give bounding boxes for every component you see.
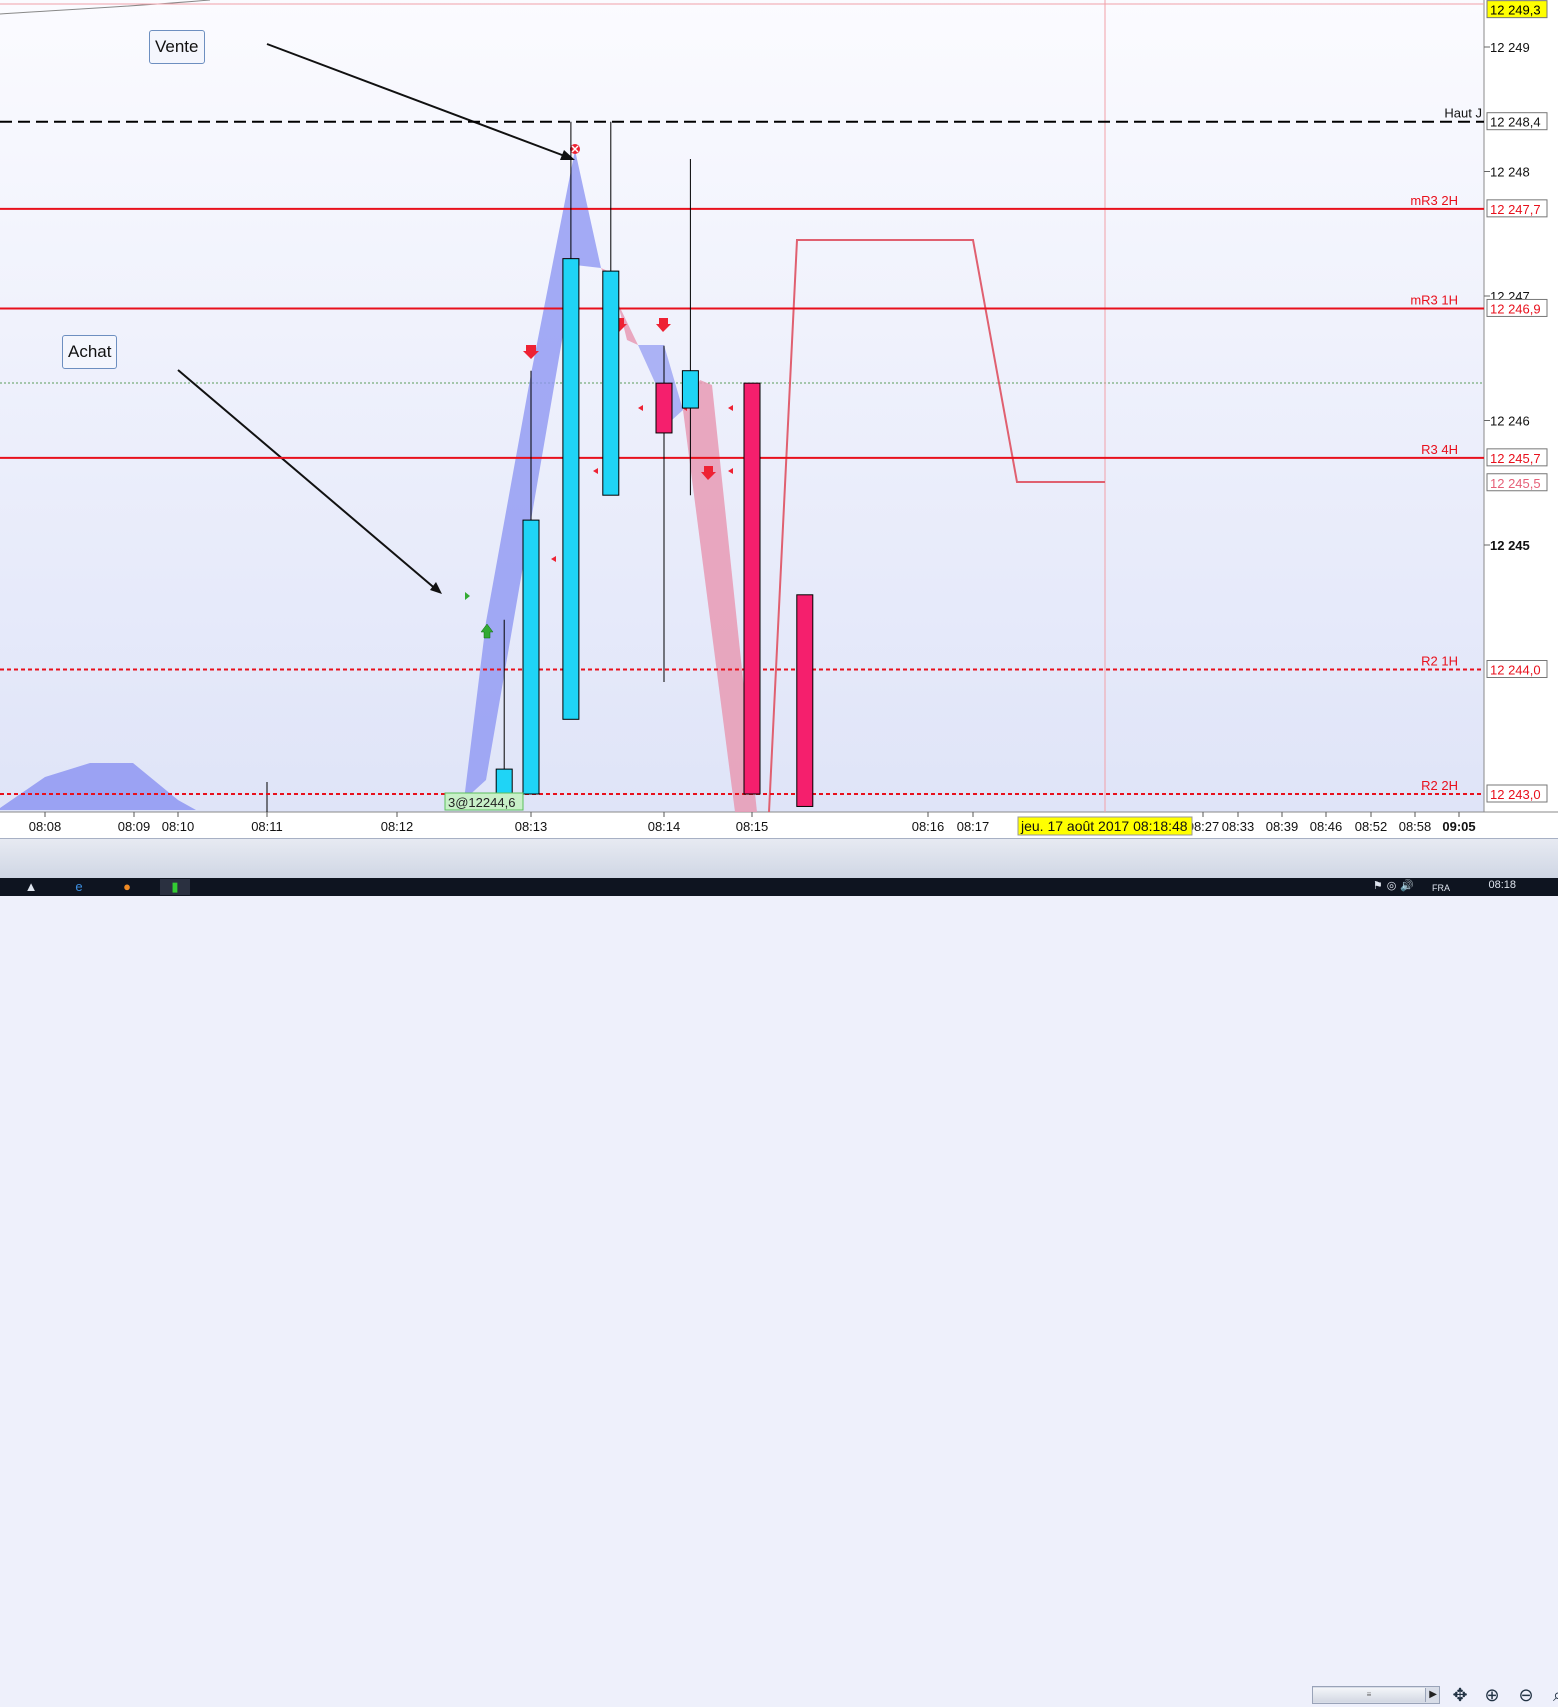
x-tick-label: 09:05 [1442, 819, 1475, 834]
chart-area: Haut J mR3 2H mR3 1H R3 4H R2 1H R2 2H 3@1224… [0, 0, 1558, 838]
scroll-right-icon[interactable]: ▶ [1429, 1689, 1437, 1700]
taskbar: ▲ e ● ▮ ⚑◎🔊 FRA 08:18 [0, 878, 1558, 896]
x-tick-label: 08:39 [1266, 819, 1299, 834]
x-tick-label: 08:09 [118, 819, 151, 834]
level-name: mR3 1H [1410, 292, 1458, 307]
x-tick-label: 08:33 [1222, 819, 1255, 834]
y-tick-label: 12 245 [1490, 538, 1530, 553]
price-tag: 12 244,0 [1486, 660, 1548, 678]
candle [796, 594, 814, 807]
system-tray: ⚑◎🔊 [1372, 880, 1418, 892]
candle-body [562, 258, 580, 720]
svg-text:12 245,7: 12 245,7 [1490, 451, 1541, 466]
candle-body [796, 594, 814, 807]
candle-body [681, 370, 699, 409]
x-tick-label: 08:14 [648, 819, 681, 834]
x-tick-label: 08:13 [515, 819, 548, 834]
level-name: Haut J [1444, 106, 1482, 121]
candle-body [655, 382, 673, 434]
firefox-icon[interactable]: ● [112, 879, 142, 895]
x-tick-label: 08:12 [381, 819, 414, 834]
zoom-out-icon[interactable]: ⊖ [1514, 1683, 1538, 1707]
svg-text:12 243,0: 12 243,0 [1490, 787, 1541, 802]
y-tick-label: 12 246 [1490, 414, 1530, 429]
price-tag: 12 243,0 [1486, 784, 1548, 803]
achat-label: Achat [62, 335, 118, 369]
x-tick-label: 08:10 [162, 819, 195, 834]
svg-text:12 247,7: 12 247,7 [1490, 202, 1541, 217]
price-tag: 12 246,9 [1486, 298, 1548, 317]
price-tag: 12 249,3 [1486, 0, 1548, 19]
candle [743, 382, 761, 795]
level-name: R2 2H [1421, 778, 1458, 793]
svg-text:12 249,3: 12 249,3 [1490, 3, 1541, 18]
pan-icon[interactable]: ✥ [1448, 1683, 1472, 1707]
vente-label: Vente [149, 30, 205, 64]
order-tag-label: 3@12244,6 [448, 795, 515, 810]
svg-text:12 248,4: 12 248,4 [1490, 115, 1541, 130]
trading-app-icon[interactable]: ▮ [160, 879, 190, 895]
x-tick-label: 08:52 [1355, 819, 1388, 834]
candle-body [743, 382, 761, 795]
level-name: R2 1H [1421, 654, 1458, 669]
y-tick-label: 12 249 [1490, 40, 1530, 55]
y-tick-label: 12 248 [1490, 165, 1530, 180]
zoom-in-icon[interactable]: ⊕ [1480, 1683, 1504, 1707]
x-tick-label: 08:11 [251, 819, 283, 834]
svg-text:12 245,5: 12 245,5 [1490, 476, 1541, 491]
svg-text:12 244,0: 12 244,0 [1490, 663, 1541, 678]
candle-body [522, 519, 540, 795]
level-name: mR3 2H [1410, 193, 1458, 208]
x-tick-label: 08:17 [957, 819, 990, 834]
taskbar-clock: 08:18 [1488, 879, 1516, 891]
price-tag: 12 247,7 [1486, 199, 1548, 218]
x-tick-label: 08:16 [912, 819, 945, 834]
search-icon[interactable]: ⌕ [1546, 1683, 1558, 1707]
candle-body [495, 768, 513, 795]
current-time-tag: jeu. 17 août 2017 08:18:48 [1017, 816, 1193, 836]
x-tick-label: 08:58 [1399, 819, 1432, 834]
language-indicator[interactable]: FRA [1432, 883, 1450, 893]
scroll-thumb[interactable]: ≡ [1313, 1688, 1426, 1702]
candle-body [602, 270, 620, 496]
status-bar: ≡ ▶ ✥ ⊕ ⊖ ⌕ [0, 838, 1558, 1705]
ie-icon[interactable]: e [64, 879, 94, 895]
level-name: R3 4H [1421, 442, 1458, 457]
start-icon[interactable]: ▲ [16, 879, 46, 895]
close-icon [570, 144, 580, 154]
x-tick-label: 08:08 [29, 819, 62, 834]
svg-text:jeu. 17 août 2017 08:18:48: jeu. 17 août 2017 08:18:48 [1020, 818, 1188, 834]
svg-text:12 246,9: 12 246,9 [1490, 301, 1541, 316]
price-tag: 12 245,5 [1486, 473, 1548, 492]
horizontal-scrollbar[interactable]: ≡ ▶ [1312, 1686, 1440, 1704]
price-tag: 12 245,7 [1486, 448, 1548, 467]
x-tick-label: 08:46 [1310, 819, 1343, 834]
x-tick-label: 08:15 [736, 819, 769, 834]
price-tag: 12 248,4 [1486, 112, 1548, 131]
